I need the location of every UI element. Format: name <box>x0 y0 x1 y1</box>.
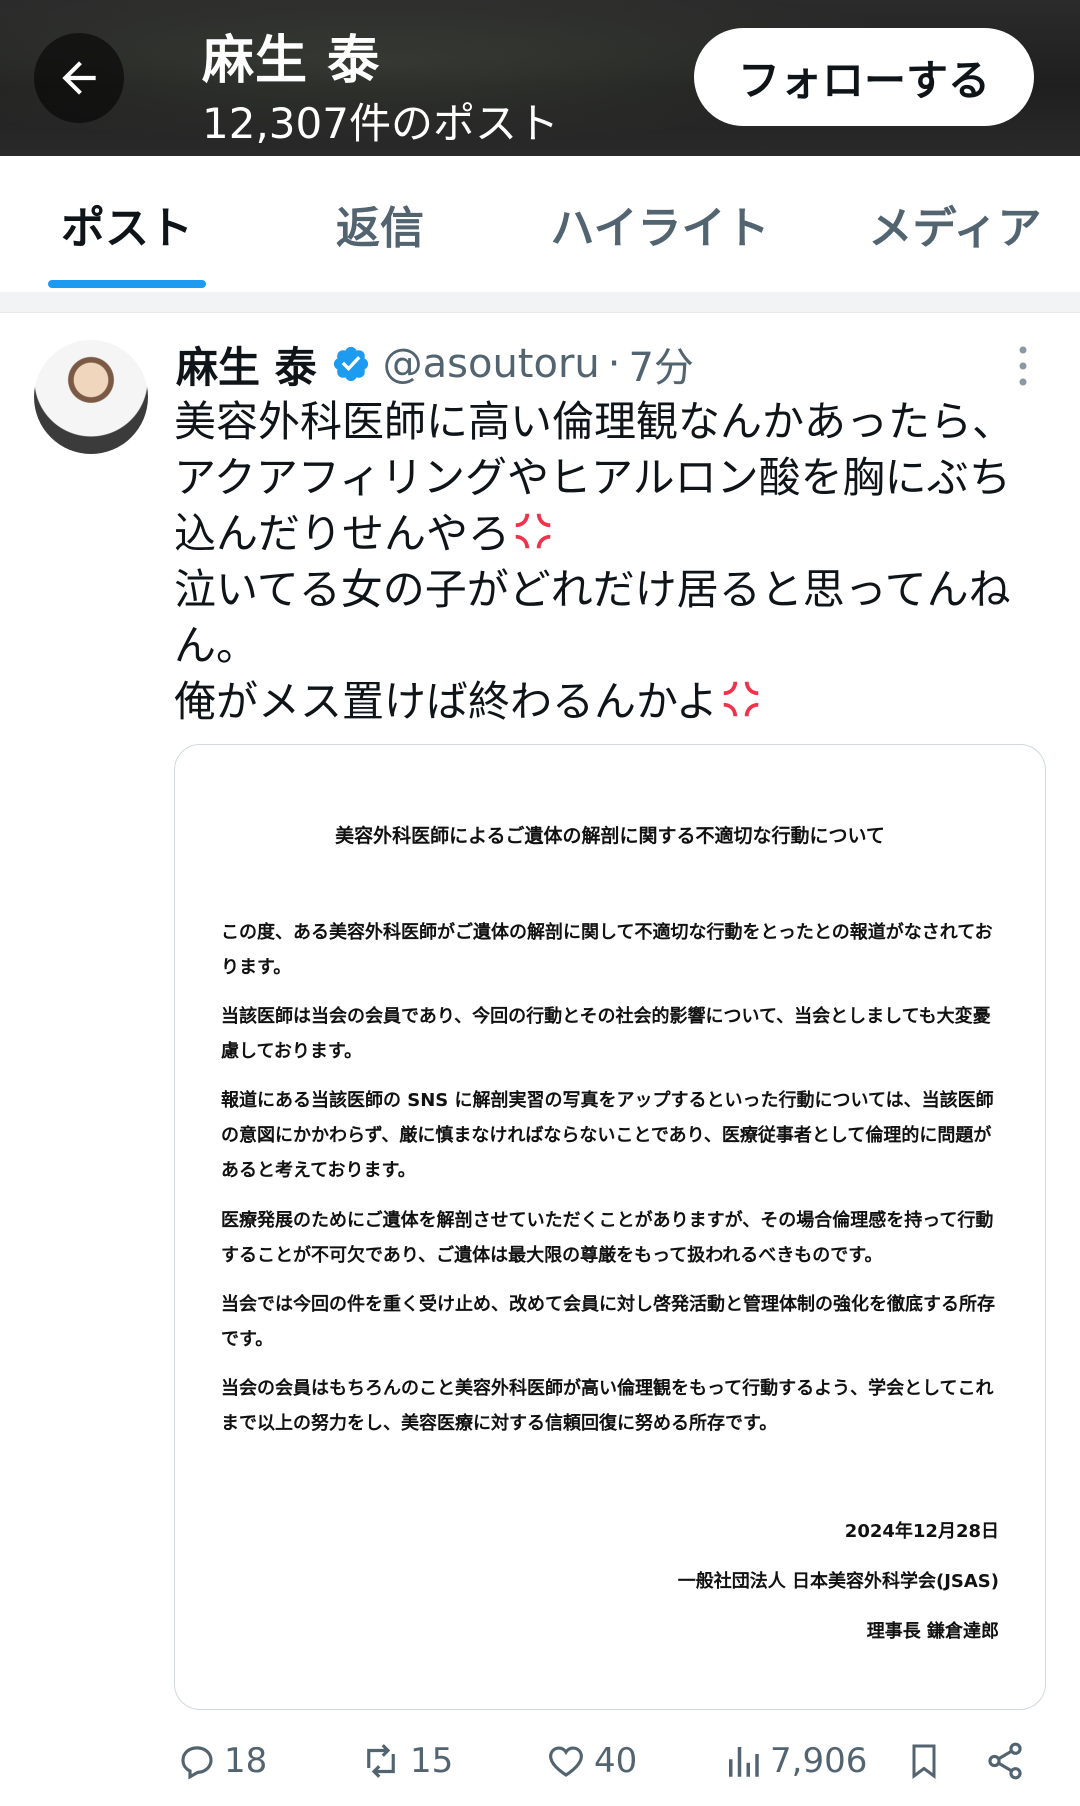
bookmark-button[interactable] <box>904 1726 950 1796</box>
document-paragraph: 当会では今回の件を重く受け止め、改めて会員に対し啓発活動と管理体制の強化を徹底す… <box>221 1294 995 1350</box>
document-title: 美容外科医師によるご遺体の解剖に関する不適切な行動について <box>335 825 885 847</box>
divider <box>0 292 1080 313</box>
avatar[interactable] <box>34 340 148 454</box>
post-line: アクアフィリングやヒアルロン酸を胸にぶち <box>174 453 1012 502</box>
follow-button[interactable]: フォローする <box>694 28 1034 126</box>
reply-icon <box>181 1746 213 1780</box>
post-line: 俺がメス置けば終わるんかよ <box>174 677 718 726</box>
post-author-name[interactable]: 麻生 泰 <box>176 334 317 395</box>
document-date: 2024年12月28日 <box>844 1521 999 1542</box>
repost-count: 15 <box>410 1741 454 1781</box>
repost-button[interactable]: 15 <box>358 1726 453 1796</box>
document-paragraph: 当該医師は当会の会員であり、今回の行動とその社会的影響について、当会としましても… <box>221 1006 991 1062</box>
post-actions: 18 15 40 7,906 <box>0 1726 1080 1796</box>
views-chart-icon <box>729 1747 759 1777</box>
post-text: 美容外科医師に高い倫理観なんかあったら、 アクアフィリングやヒアルロン酸を胸にぶ… <box>174 394 1034 730</box>
profile-header: 麻生 泰 12,307件のポスト フォローする <box>0 0 1080 156</box>
bookmark-icon <box>912 1744 936 1779</box>
document-paragraph: 当会の会員はもちろんのこと美容外科医師が高い倫理観をもって行動するよう、学会とし… <box>221 1378 994 1434</box>
back-button[interactable] <box>34 33 124 123</box>
separator-dot: · <box>607 341 621 387</box>
view-count: 7,906 <box>770 1741 868 1781</box>
profile-name: 麻生 泰 <box>202 31 381 91</box>
tab-highlights[interactable]: ハイライト <box>540 156 780 292</box>
document-paragraph: この度、ある美容外科医師がご遺体の解剖に関して不適切な行動をとったとの報道がなさ… <box>221 922 993 978</box>
repost-icon <box>367 1744 395 1778</box>
post-count: 12,307件のポスト <box>202 99 559 148</box>
document-signatory: 理事長 鎌倉達郎 <box>866 1621 999 1642</box>
document-paragraph: 医療発展のためにご遺体を解剖させていただくことがありますが、その場合倫理感を持っ… <box>221 1210 994 1266</box>
verified-badge-icon <box>333 346 368 382</box>
reply-button[interactable]: 18 <box>176 1726 267 1796</box>
active-tab-indicator <box>48 280 206 288</box>
post-author-handle[interactable]: @asoutoru <box>383 341 600 387</box>
tab-media[interactable]: メディア <box>850 156 1060 292</box>
post-line: 泣いてる女の子がどれだけ居ると思ってんね <box>174 565 1011 614</box>
more-options-icon[interactable] <box>1008 342 1038 392</box>
share-icon <box>988 1742 1022 1780</box>
like-button[interactable]: 40 <box>544 1726 637 1796</box>
anger-symbol-icon <box>515 513 551 549</box>
post-line: ん。 <box>174 621 259 670</box>
document-paragraph: 報道にある当該医師の SNS に解剖実習の写真をアップするといった行動については… <box>221 1090 994 1181</box>
attached-image-document[interactable]: 美容外科医師によるご遺体の解剖に関する不適切な行動について この度、ある美容外科… <box>174 744 1046 1710</box>
arrow-left-icon <box>62 61 96 95</box>
views-button[interactable]: 7,906 <box>722 1726 867 1796</box>
tab-replies[interactable]: 返信 <box>300 156 460 292</box>
share-button[interactable] <box>984 1726 1032 1796</box>
post-line: 込んだりせんやろ <box>174 509 511 558</box>
post-timestamp[interactable]: 7分 <box>628 335 693 393</box>
like-count: 40 <box>594 1741 638 1781</box>
document-organization: 一般社団法人 日本美容外科学会(JSAS) <box>677 1571 999 1592</box>
anger-symbol-icon <box>723 681 759 717</box>
tab-posts[interactable]: ポスト <box>48 156 206 292</box>
profile-tabs: ポスト 返信 ハイライト メディア <box>0 156 1080 293</box>
post-header: 麻生 泰 @asoutoru · 7分 <box>176 334 694 394</box>
post-line: 美容外科医師に高い倫理観なんかあったら、 <box>174 397 1015 446</box>
heart-icon <box>549 1746 583 1777</box>
reply-count: 18 <box>224 1741 268 1781</box>
